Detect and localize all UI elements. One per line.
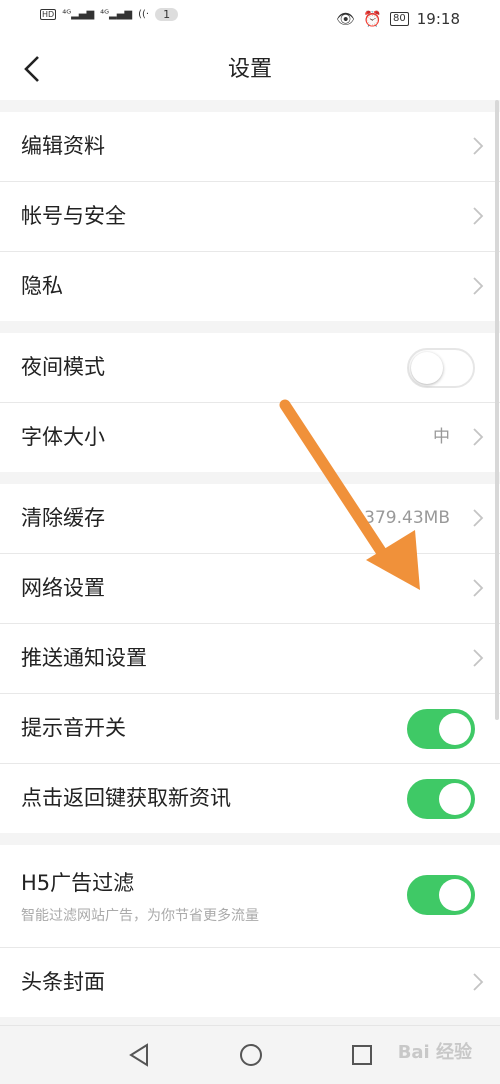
chevron-right-icon <box>473 137 484 155</box>
settings-row-label: 点击返回键获取新资讯 <box>21 786 231 810</box>
toggle-switch[interactable] <box>407 709 475 749</box>
battery-icon: 80 <box>390 12 409 26</box>
settings-row-subtitle: 智能过滤网站广告，为你节省更多流量 <box>21 908 259 924</box>
eye-icon: 👁 <box>336 10 356 28</box>
signal-icon: ⁴ᴳ▂▄▆ <box>62 9 95 20</box>
group-divider <box>0 321 500 333</box>
notification-badge: 1 <box>155 8 179 21</box>
group-divider <box>0 472 500 484</box>
signal-icon-2: ⁴ᴳ▂▄▆ <box>100 9 133 20</box>
page-title: 设置 <box>227 57 272 82</box>
settings-row[interactable]: 推送通知设置 <box>0 624 500 694</box>
title-bar: 设置 <box>0 40 500 100</box>
hd-icon: HD <box>40 9 57 20</box>
chevron-right-icon <box>473 428 484 446</box>
settings-group: H5广告过滤智能过滤网站广告，为你节省更多流量头条封面 <box>0 845 500 1017</box>
chevron-right-icon <box>473 579 484 597</box>
settings-row[interactable]: 字体大小 中 <box>0 403 500 472</box>
toggle-switch[interactable] <box>407 779 475 819</box>
watermark: Bai 经验 <box>397 1042 472 1063</box>
toggle-knob <box>439 879 471 911</box>
settings-group: 夜间模式字体大小 中 <box>0 333 500 472</box>
settings-row-label: 推送通知设置 <box>21 646 147 670</box>
chevron-right-icon <box>473 973 484 991</box>
settings-row-label: 帐号与安全 <box>21 204 126 228</box>
settings-row[interactable]: 清除缓存 379.43MB <box>0 484 500 554</box>
status-bar-left: HD ⁴ᴳ▂▄▆ ⁴ᴳ▂▄▆ ((· 1 <box>40 8 179 21</box>
settings-row[interactable]: H5广告过滤智能过滤网站广告，为你节省更多流量 <box>0 845 500 948</box>
settings-row[interactable]: 点击返回键获取新资讯 <box>0 764 500 833</box>
settings-row-label: 夜间模式 <box>21 355 105 379</box>
settings-row-value: 379.43MB <box>364 508 450 528</box>
settings-row-label: 隐私 <box>21 274 63 298</box>
scrollbar[interactable] <box>495 100 499 720</box>
settings-group: 编辑资料帐号与安全隐私 <box>0 112 500 321</box>
toggle-switch[interactable] <box>407 348 475 388</box>
toggle-switch[interactable] <box>407 875 475 915</box>
toggle-knob <box>439 713 471 745</box>
settings-row-label: H5广告过滤 <box>21 871 135 895</box>
chevron-right-icon <box>473 207 484 225</box>
clock-time: 19:18 <box>416 10 460 28</box>
settings-row-label: 头条封面 <box>21 970 105 994</box>
chevron-right-icon <box>473 649 484 667</box>
settings-row-label: 清除缓存 <box>21 506 105 530</box>
chevron-right-icon <box>473 277 484 295</box>
wifi-icon: ((· <box>138 9 150 20</box>
group-divider <box>0 833 500 845</box>
settings-list: 编辑资料帐号与安全隐私夜间模式字体大小 中清除缓存 379.43MB 网络设置推送通知… <box>0 100 500 1017</box>
settings-row[interactable]: 网络设置 <box>0 554 500 624</box>
settings-row-label: 提示音开关 <box>21 716 126 740</box>
system-nav-bar: Bai 经验 <box>0 1025 500 1084</box>
settings-row[interactable]: 夜间模式 <box>0 333 500 403</box>
nav-recents-icon[interactable] <box>347 1040 377 1070</box>
settings-row-value: 中 <box>433 427 450 447</box>
group-divider <box>0 100 500 112</box>
settings-row[interactable]: 隐私 <box>0 252 500 321</box>
nav-back-icon[interactable] <box>125 1040 155 1070</box>
settings-row[interactable]: 编辑资料 <box>0 112 500 182</box>
status-bar: HD ⁴ᴳ▂▄▆ ⁴ᴳ▂▄▆ ((· 1 👁 ⏰ 80 19:18 <box>0 0 500 40</box>
chevron-right-icon <box>473 509 484 527</box>
settings-row[interactable]: 帐号与安全 <box>0 182 500 252</box>
toggle-knob <box>439 783 471 815</box>
settings-row[interactable]: 提示音开关 <box>0 694 500 764</box>
alarm-icon: ⏰ <box>363 10 383 28</box>
nav-home-icon[interactable] <box>236 1040 266 1070</box>
status-bar-right: 👁 ⏰ 80 19:18 <box>336 10 460 28</box>
settings-group: 清除缓存 379.43MB 网络设置推送通知设置 提示音开关点击返回键获取新资讯 <box>0 484 500 833</box>
settings-row-label: 网络设置 <box>21 576 105 600</box>
toggle-knob <box>411 352 443 384</box>
settings-row-label: 字体大小 <box>21 425 105 449</box>
settings-row-label: 编辑资料 <box>21 134 105 158</box>
settings-row[interactable]: 头条封面 <box>0 948 500 1017</box>
